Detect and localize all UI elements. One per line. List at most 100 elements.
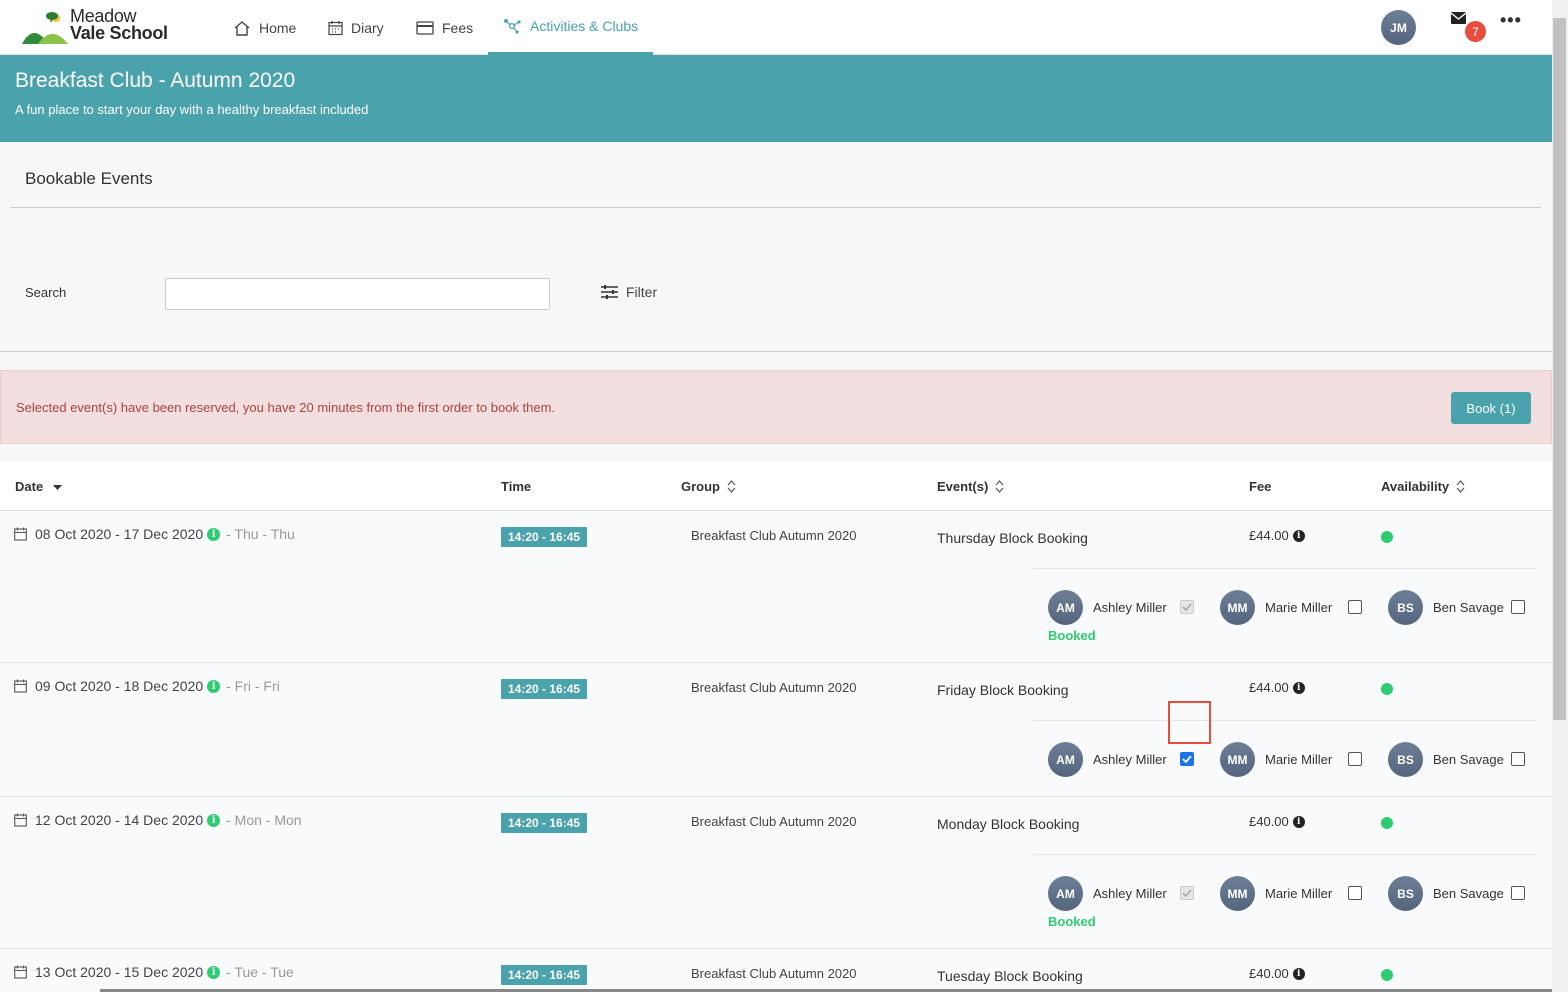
fee-amount: £40.00 i <box>1249 814 1305 829</box>
column-header-group-label: Group <box>681 479 720 494</box>
group-name: Breakfast Club Autumn 2020 <box>691 966 857 981</box>
home-icon <box>234 20 250 36</box>
row-divider <box>1033 854 1536 855</box>
column-header-group[interactable]: Group <box>681 479 736 494</box>
date-range: 13 Oct 2020 - 15 Dec 2020 i - Tue - Tue <box>14 964 294 980</box>
event-name: Friday Block Booking <box>937 682 1069 698</box>
weekdays: - Fri - Fri <box>226 678 280 694</box>
nav-diary[interactable]: Diary <box>328 0 384 55</box>
section-divider <box>10 207 1541 208</box>
weekdays: - Mon - Mon <box>226 812 302 828</box>
fee-amount: £44.00 i <box>1249 528 1305 543</box>
events-table: Date Time Group Event(s) Fee Availabilit… <box>0 462 1552 992</box>
fee-info-icon[interactable]: i <box>1292 815 1305 828</box>
info-icon[interactable]: i <box>207 679 221 693</box>
logo-hills-icon <box>22 12 68 44</box>
book-checkbox-ben-savage[interactable] <box>1511 886 1525 900</box>
book-button[interactable]: Book (1) <box>1451 392 1531 424</box>
calendar-icon <box>328 20 343 35</box>
child-ben-savage: BS Ben Savage <box>1388 590 1504 625</box>
child-ashley-miller: AM Ashley Miller <box>1048 590 1167 625</box>
nav-fees[interactable]: Fees <box>416 0 473 55</box>
sort-icon <box>1456 480 1465 493</box>
book-checkbox-marie-miller[interactable] <box>1348 600 1362 614</box>
time-badge: 14:20 - 16:45 <box>501 965 588 985</box>
availability-indicator <box>1381 531 1393 543</box>
club-title: Breakfast Club - Autumn 2020 <box>15 69 296 92</box>
child-name: Marie Miller <box>1265 752 1333 767</box>
column-header-time-label: Time <box>501 479 532 494</box>
nav-fees-label: Fees <box>442 19 474 36</box>
group-name: Breakfast Club Autumn 2020 <box>691 528 857 543</box>
school-logo[interactable]: Meadow Vale School <box>22 7 172 46</box>
book-checkbox-ben-savage[interactable] <box>1511 600 1525 614</box>
mail-count-badge: 7 <box>1465 21 1486 42</box>
search-input[interactable] <box>165 278 550 310</box>
avatar: BS <box>1388 742 1423 777</box>
group-name: Breakfast Club Autumn 2020 <box>691 680 857 695</box>
table-row: 13 Oct 2020 - 15 Dec 2020 i - Tue - Tue … <box>0 949 1552 992</box>
date-range: 12 Oct 2020 - 14 Dec 2020 i - Mon - Mon <box>14 812 302 828</box>
avatar: MM <box>1220 876 1255 911</box>
top-navigation: Meadow Vale School Home Diary Fees Activ… <box>0 0 1552 55</box>
fee-amount-text: £40.00 <box>1249 966 1289 981</box>
scrollbar-thumb[interactable] <box>1553 18 1566 720</box>
event-name: Monday Block Booking <box>937 816 1080 832</box>
fee-info-icon[interactable]: i <box>1292 681 1305 694</box>
child-name: Ben Savage <box>1433 752 1504 767</box>
book-checkbox-ashley-miller <box>1180 600 1194 614</box>
section-title: Bookable Events <box>25 169 153 188</box>
sort-icon <box>727 480 736 493</box>
envelope-icon[interactable] <box>1451 12 1466 24</box>
credit-card-icon <box>416 20 434 35</box>
search-label: Search <box>25 285 67 300</box>
book-checkbox-marie-miller[interactable] <box>1348 886 1362 900</box>
reservation-alert-message: Selected event(s) have been reserved, yo… <box>16 400 556 415</box>
child-name: Ashley Miller <box>1093 752 1167 767</box>
child-name: Ashley Miller <box>1093 886 1167 901</box>
avatar: BS <box>1388 876 1423 911</box>
table-header: Date Time Group Event(s) Fee Availabilit… <box>0 462 1552 511</box>
nav-activities-clubs[interactable]: Activities & Clubs <box>488 0 653 55</box>
column-header-events-label: Event(s) <box>937 479 989 494</box>
column-header-time: Time <box>501 479 531 494</box>
nav-home-label: Home <box>259 19 297 36</box>
child-name: Ben Savage <box>1433 886 1504 901</box>
nav-home[interactable]: Home <box>233 0 296 55</box>
checkmark-icon <box>1182 755 1192 763</box>
column-header-date-label: Date <box>15 479 44 494</box>
book-checkbox-marie-miller[interactable] <box>1348 752 1362 766</box>
fee-info-icon[interactable]: i <box>1292 967 1305 980</box>
more-menu-icon[interactable]: ••• <box>1500 10 1522 31</box>
avatar: AM <box>1048 742 1083 777</box>
user-avatar[interactable]: JM <box>1381 10 1416 45</box>
child-marie-miller: MM Marie Miller <box>1220 876 1332 911</box>
info-icon[interactable]: i <box>207 965 221 979</box>
nav-activities-label: Activities & Clubs <box>530 18 639 34</box>
avatar: BS <box>1388 590 1423 625</box>
date-range-text: 13 Oct 2020 - 15 Dec 2020 <box>35 964 204 980</box>
child-name: Marie Miller <box>1265 886 1333 901</box>
nav-diary-label: Diary <box>351 19 384 36</box>
info-icon[interactable]: i <box>207 813 221 827</box>
fee-info-icon[interactable]: i <box>1292 529 1305 542</box>
fee-amount-text: £44.00 <box>1249 528 1289 543</box>
checkmark-icon <box>1182 603 1192 611</box>
book-checkbox-ashley-miller[interactable] <box>1180 752 1194 766</box>
availability-indicator <box>1381 817 1393 829</box>
booked-status: Booked <box>1048 628 1096 643</box>
book-checkbox-ben-savage[interactable] <box>1511 752 1525 766</box>
weekdays: - Thu - Thu <box>226 526 295 542</box>
selection-highlight <box>1168 701 1211 744</box>
column-header-events[interactable]: Event(s) <box>937 479 1004 494</box>
column-header-availability[interactable]: Availability <box>1381 479 1465 494</box>
column-header-date[interactable]: Date <box>15 479 63 494</box>
info-icon[interactable]: i <box>207 527 221 541</box>
reservation-alert: Selected event(s) have been reserved, yo… <box>0 370 1552 444</box>
column-header-fee-label: Fee <box>1249 479 1272 494</box>
calendar-icon <box>14 527 27 541</box>
availability-indicator <box>1381 683 1393 695</box>
column-header-fee: Fee <box>1249 479 1271 494</box>
weekdays: - Tue - Tue <box>226 964 294 980</box>
filter-button[interactable]: Filter <box>601 284 657 300</box>
